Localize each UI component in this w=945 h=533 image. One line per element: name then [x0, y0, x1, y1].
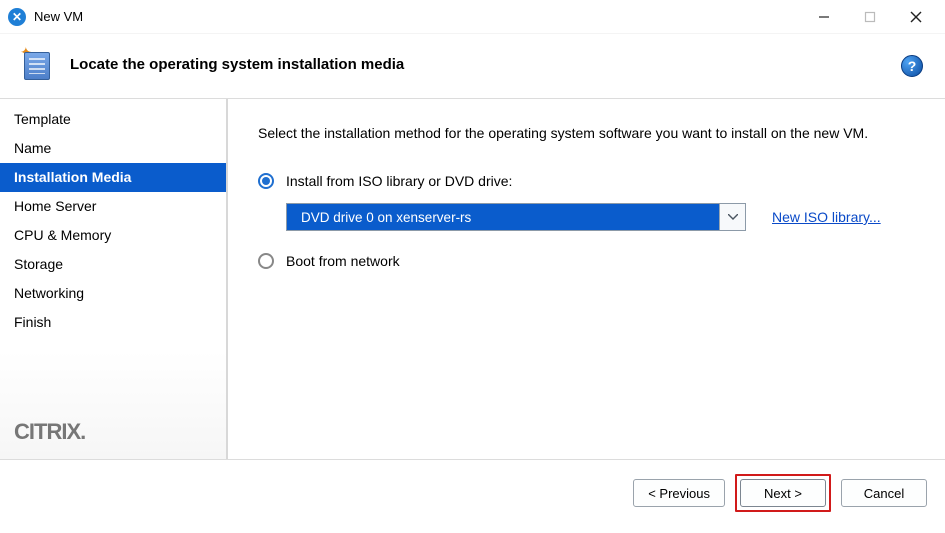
cancel-button[interactable]: Cancel — [841, 479, 927, 507]
step-template[interactable]: Template — [0, 105, 226, 134]
step-name[interactable]: Name — [0, 134, 226, 163]
page-title: Locate the operating system installation… — [70, 56, 404, 73]
step-finish[interactable]: Finish — [0, 308, 226, 337]
iso-source-dropdown[interactable]: DVD drive 0 on xenserver-rs — [286, 203, 746, 231]
help-button[interactable]: ? — [901, 55, 923, 77]
option-install-iso[interactable]: Install from ISO library or DVD drive: — [258, 173, 915, 189]
step-networking[interactable]: Networking — [0, 279, 226, 308]
content-panel: Select the installation method for the o… — [228, 99, 945, 459]
new-iso-library-link[interactable]: New ISO library... — [772, 209, 881, 225]
step-home-server[interactable]: Home Server — [0, 192, 226, 221]
step-installation-media[interactable]: Installation Media — [0, 163, 226, 192]
dropdown-value: DVD drive 0 on xenserver-rs — [287, 204, 719, 230]
radio-icon — [258, 253, 274, 269]
previous-button[interactable]: < Previous — [633, 479, 725, 507]
option-boot-network-label: Boot from network — [286, 253, 400, 269]
citrix-brand: CITRIX. — [0, 407, 226, 459]
step-storage[interactable]: Storage — [0, 250, 226, 279]
window-title: New VM — [34, 9, 83, 24]
wizard-steps: Template Name Installation Media Home Se… — [0, 99, 226, 407]
header-banner: ✦ Locate the operating system installati… — [0, 34, 945, 99]
wizard-icon: ✦ — [22, 48, 54, 80]
step-cpu-memory[interactable]: CPU & Memory — [0, 221, 226, 250]
next-button[interactable]: Next > — [740, 479, 826, 507]
body-area: Template Name Installation Media Home Se… — [0, 99, 945, 459]
chevron-down-icon — [719, 204, 745, 230]
maximize-button — [847, 2, 893, 32]
wizard-sidebar: Template Name Installation Media Home Se… — [0, 99, 228, 459]
title-bar: ✕ New VM — [0, 0, 945, 34]
option-install-iso-label: Install from ISO library or DVD drive: — [286, 173, 512, 189]
next-button-highlight: Next > — [735, 474, 831, 512]
option-boot-network[interactable]: Boot from network — [258, 253, 915, 269]
app-icon: ✕ — [8, 8, 26, 26]
instruction-text: Select the installation method for the o… — [258, 125, 915, 141]
footer-bar: < Previous Next > Cancel — [0, 459, 945, 526]
close-button[interactable] — [893, 2, 939, 32]
radio-icon — [258, 173, 274, 189]
minimize-button[interactable] — [801, 2, 847, 32]
